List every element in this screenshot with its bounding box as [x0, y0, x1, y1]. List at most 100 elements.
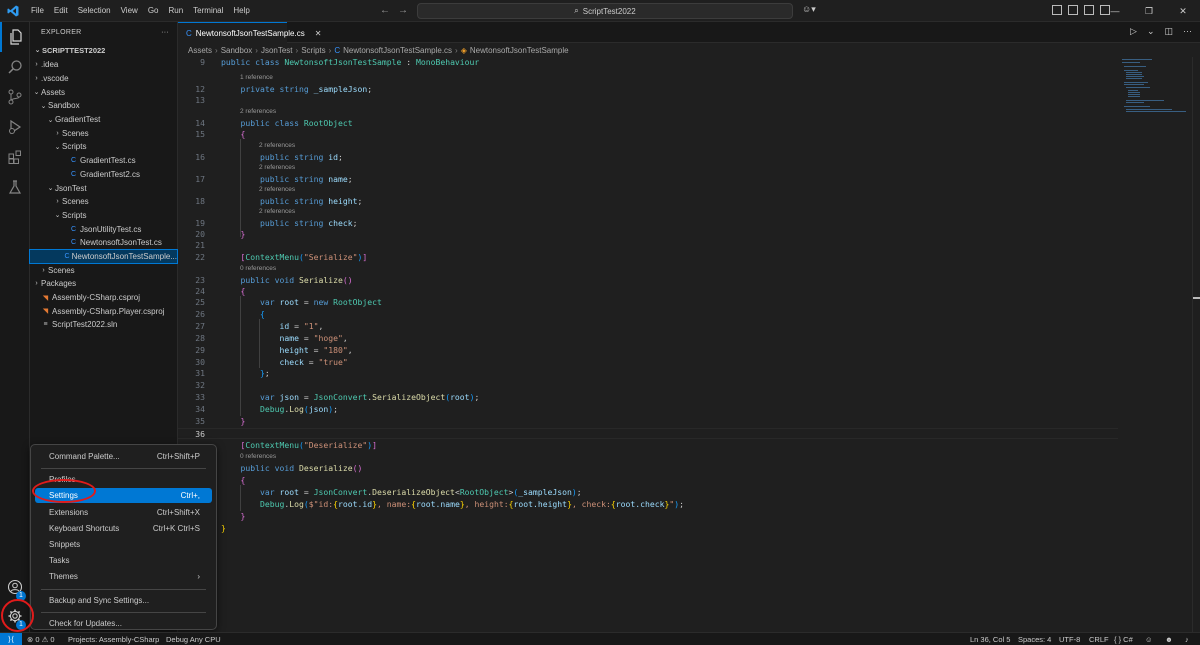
search-icon[interactable]: [0, 52, 30, 82]
tree-file[interactable]: C JsonUtilityTest.cs: [30, 222, 177, 236]
breadcrumb-item[interactable]: NewtonsoftJsonTestSample: [470, 46, 569, 55]
code-line[interactable]: 33 var json = JsonConvert.SerializeObjec…: [178, 392, 1118, 403]
code-line[interactable]: 17 public string name;: [178, 174, 1118, 185]
code-line[interactable]: }: [178, 511, 1118, 522]
menu-help[interactable]: Help: [228, 0, 254, 22]
tree-folder[interactable]: ⌄ JsonTest: [30, 181, 177, 195]
tree-file[interactable]: C GradientTest2.cs: [30, 168, 177, 182]
menu-item-command-palette[interactable]: Command Palette... Ctrl+Shift+P: [35, 449, 212, 464]
code-line[interactable]: }: [178, 523, 1118, 534]
layout-toggle-icon[interactable]: [1052, 5, 1062, 15]
menu-view[interactable]: View: [116, 0, 143, 22]
code-line[interactable]: 25 var root = new RootObject: [178, 297, 1118, 308]
tree-folder[interactable]: › Scenes: [30, 195, 177, 209]
language-status[interactable]: { } C#: [1114, 633, 1133, 645]
more-actions-icon[interactable]: ···: [1183, 26, 1192, 37]
codelens-references[interactable]: 2 references: [259, 141, 295, 151]
menu-selection[interactable]: Selection: [73, 0, 116, 22]
project-status[interactable]: Projects: Assembly-CSharp: [68, 633, 159, 645]
code-line[interactable]: var root = JsonConvert.DeserializeObject…: [178, 487, 1118, 498]
forward-arrow-icon[interactable]: →: [398, 0, 408, 22]
tree-folder[interactable]: ⌄ Sandbox: [30, 99, 177, 113]
code-line[interactable]: 19 public string check;: [178, 218, 1118, 229]
code-line[interactable]: 13: [178, 95, 1118, 106]
breadcrumb-item[interactable]: Sandbox: [221, 46, 253, 55]
code-line[interactable]: 9 public class NewtonsoftJsonTestSample :…: [178, 57, 1118, 68]
back-arrow-icon[interactable]: ←: [380, 0, 390, 22]
tree-file[interactable]: C GradientTest.cs: [30, 154, 177, 168]
run-icon[interactable]: ▷: [1130, 26, 1137, 37]
code-line[interactable]: 18 public string height;: [178, 196, 1118, 207]
code-line[interactable]: 20 }: [178, 229, 1118, 240]
run-dropdown-chevron-icon[interactable]: ⌄: [1147, 26, 1155, 37]
minimap[interactable]: [1118, 57, 1192, 632]
close-button[interactable]: ✕: [1166, 0, 1200, 22]
menu-item-themes[interactable]: Themes ›: [35, 569, 212, 584]
config-status[interactable]: Debug Any CPU: [166, 633, 221, 645]
menu-terminal[interactable]: Terminal: [188, 0, 228, 22]
codelens-references[interactable]: 2 references: [259, 185, 295, 195]
problems-status[interactable]: ⊗ 0 ⚠ 0: [27, 633, 55, 645]
tree-folder[interactable]: › .vscode: [30, 72, 177, 86]
command-center-search[interactable]: ⌕ ScriptTest2022: [417, 3, 793, 19]
tree-file[interactable]: C NewtonsoftJsonTestSample...: [29, 248, 178, 265]
code-line[interactable]: 14 public class RootObject: [178, 118, 1118, 129]
code-line[interactable]: 36: [178, 428, 1118, 439]
code-line[interactable]: 34 Debug.Log(json);: [178, 404, 1118, 415]
menu-go[interactable]: Go: [143, 0, 164, 22]
codelens-references[interactable]: 0 references: [240, 264, 276, 274]
source-control-icon[interactable]: [0, 82, 30, 112]
remote-indicator-icon[interactable]: ⟩⟨: [0, 633, 22, 645]
tree-file[interactable]: ≡ ScriptTest2022.sln: [30, 318, 177, 332]
code-line[interactable]: 30 check = "true": [178, 357, 1118, 368]
breadcrumb-item[interactable]: Assets: [188, 46, 212, 55]
code-line[interactable]: {: [178, 475, 1118, 486]
code-line[interactable]: 12 private string _sampleJson;: [178, 84, 1118, 95]
menu-item-keyboard-shortcuts[interactable]: Keyboard Shortcuts Ctrl+K Ctrl+S: [35, 521, 212, 536]
code-line[interactable]: Debug.Log($"id:{root.id}, name:{root.nam…: [178, 499, 1118, 510]
codelens-references[interactable]: 2 references: [259, 163, 295, 173]
panel-toggle-icon[interactable]: [1084, 5, 1094, 15]
code-line[interactable]: 27 id = "1",: [178, 321, 1118, 332]
code-line[interactable]: 21: [178, 240, 1118, 251]
notifications-bell-icon[interactable]: ♪: [1185, 633, 1189, 645]
cursor-position-status[interactable]: Ln 36, Col 5: [970, 633, 1010, 645]
code-line[interactable]: 16 public string id;: [178, 152, 1118, 163]
code-line[interactable]: 15 {: [178, 129, 1118, 140]
code-line[interactable]: public void Deserialize(): [178, 463, 1118, 474]
explorer-icon[interactable]: [0, 22, 30, 52]
menu-edit[interactable]: Edit: [49, 0, 73, 22]
tree-folder[interactable]: › Scenes: [30, 126, 177, 140]
tree-folder[interactable]: ⌄ Assets: [30, 85, 177, 99]
code-line[interactable]: 22 [ContextMenu("Serialize")]: [178, 252, 1118, 263]
breadcrumb-item[interactable]: NewtonsoftJsonTestSample.cs: [343, 46, 452, 55]
breadcrumb-item[interactable]: JsonTest: [261, 46, 293, 55]
tree-file[interactable]: ◥ Assembly-CSharp.Player.csproj: [30, 304, 177, 318]
tree-file[interactable]: C NewtonsoftJsonTest.cs: [30, 236, 177, 250]
menu-item-extensions[interactable]: Extensions Ctrl+Shift+X: [35, 505, 212, 520]
code-line[interactable]: 24 {: [178, 286, 1118, 297]
code-line[interactable]: 28 name = "hoge",: [178, 333, 1118, 344]
codelens-references[interactable]: 1 reference: [240, 73, 273, 83]
workspace-section-header[interactable]: ⌄ SCRIPTTEST2022: [30, 42, 177, 58]
indentation-status[interactable]: Spaces: 4: [1018, 633, 1051, 645]
copilot-icon[interactable]: ☺▾: [802, 4, 816, 15]
feedback-icon[interactable]: ☻: [1165, 633, 1173, 645]
minimize-button[interactable]: —: [1098, 0, 1132, 22]
close-tab-icon[interactable]: ✕: [315, 29, 322, 38]
eol-status[interactable]: CRLF: [1089, 633, 1109, 645]
tree-folder[interactable]: › Scenes: [30, 263, 177, 277]
code-line[interactable]: 35 }: [178, 416, 1118, 427]
breadcrumb-item[interactable]: Scripts: [301, 46, 325, 55]
tab-newtonsoft-json-test-sample[interactable]: C NewtonsoftJsonTestSample.cs ✕: [178, 22, 321, 43]
menu-file[interactable]: File: [26, 0, 49, 22]
testing-flask-icon[interactable]: [0, 172, 30, 202]
accounts-icon[interactable]: 1: [0, 572, 30, 602]
codelens-references[interactable]: 2 references: [240, 107, 276, 117]
tree-folder[interactable]: ⌄ Scripts: [30, 209, 177, 223]
menu-item-snippets[interactable]: Snippets: [35, 537, 212, 552]
menu-item-check-for-updates[interactable]: Check for Updates...: [35, 616, 212, 631]
codelens-references[interactable]: 2 references: [259, 207, 295, 217]
tree-folder[interactable]: › .idea: [30, 58, 177, 72]
split-editor-icon[interactable]: ◫: [1164, 26, 1173, 37]
